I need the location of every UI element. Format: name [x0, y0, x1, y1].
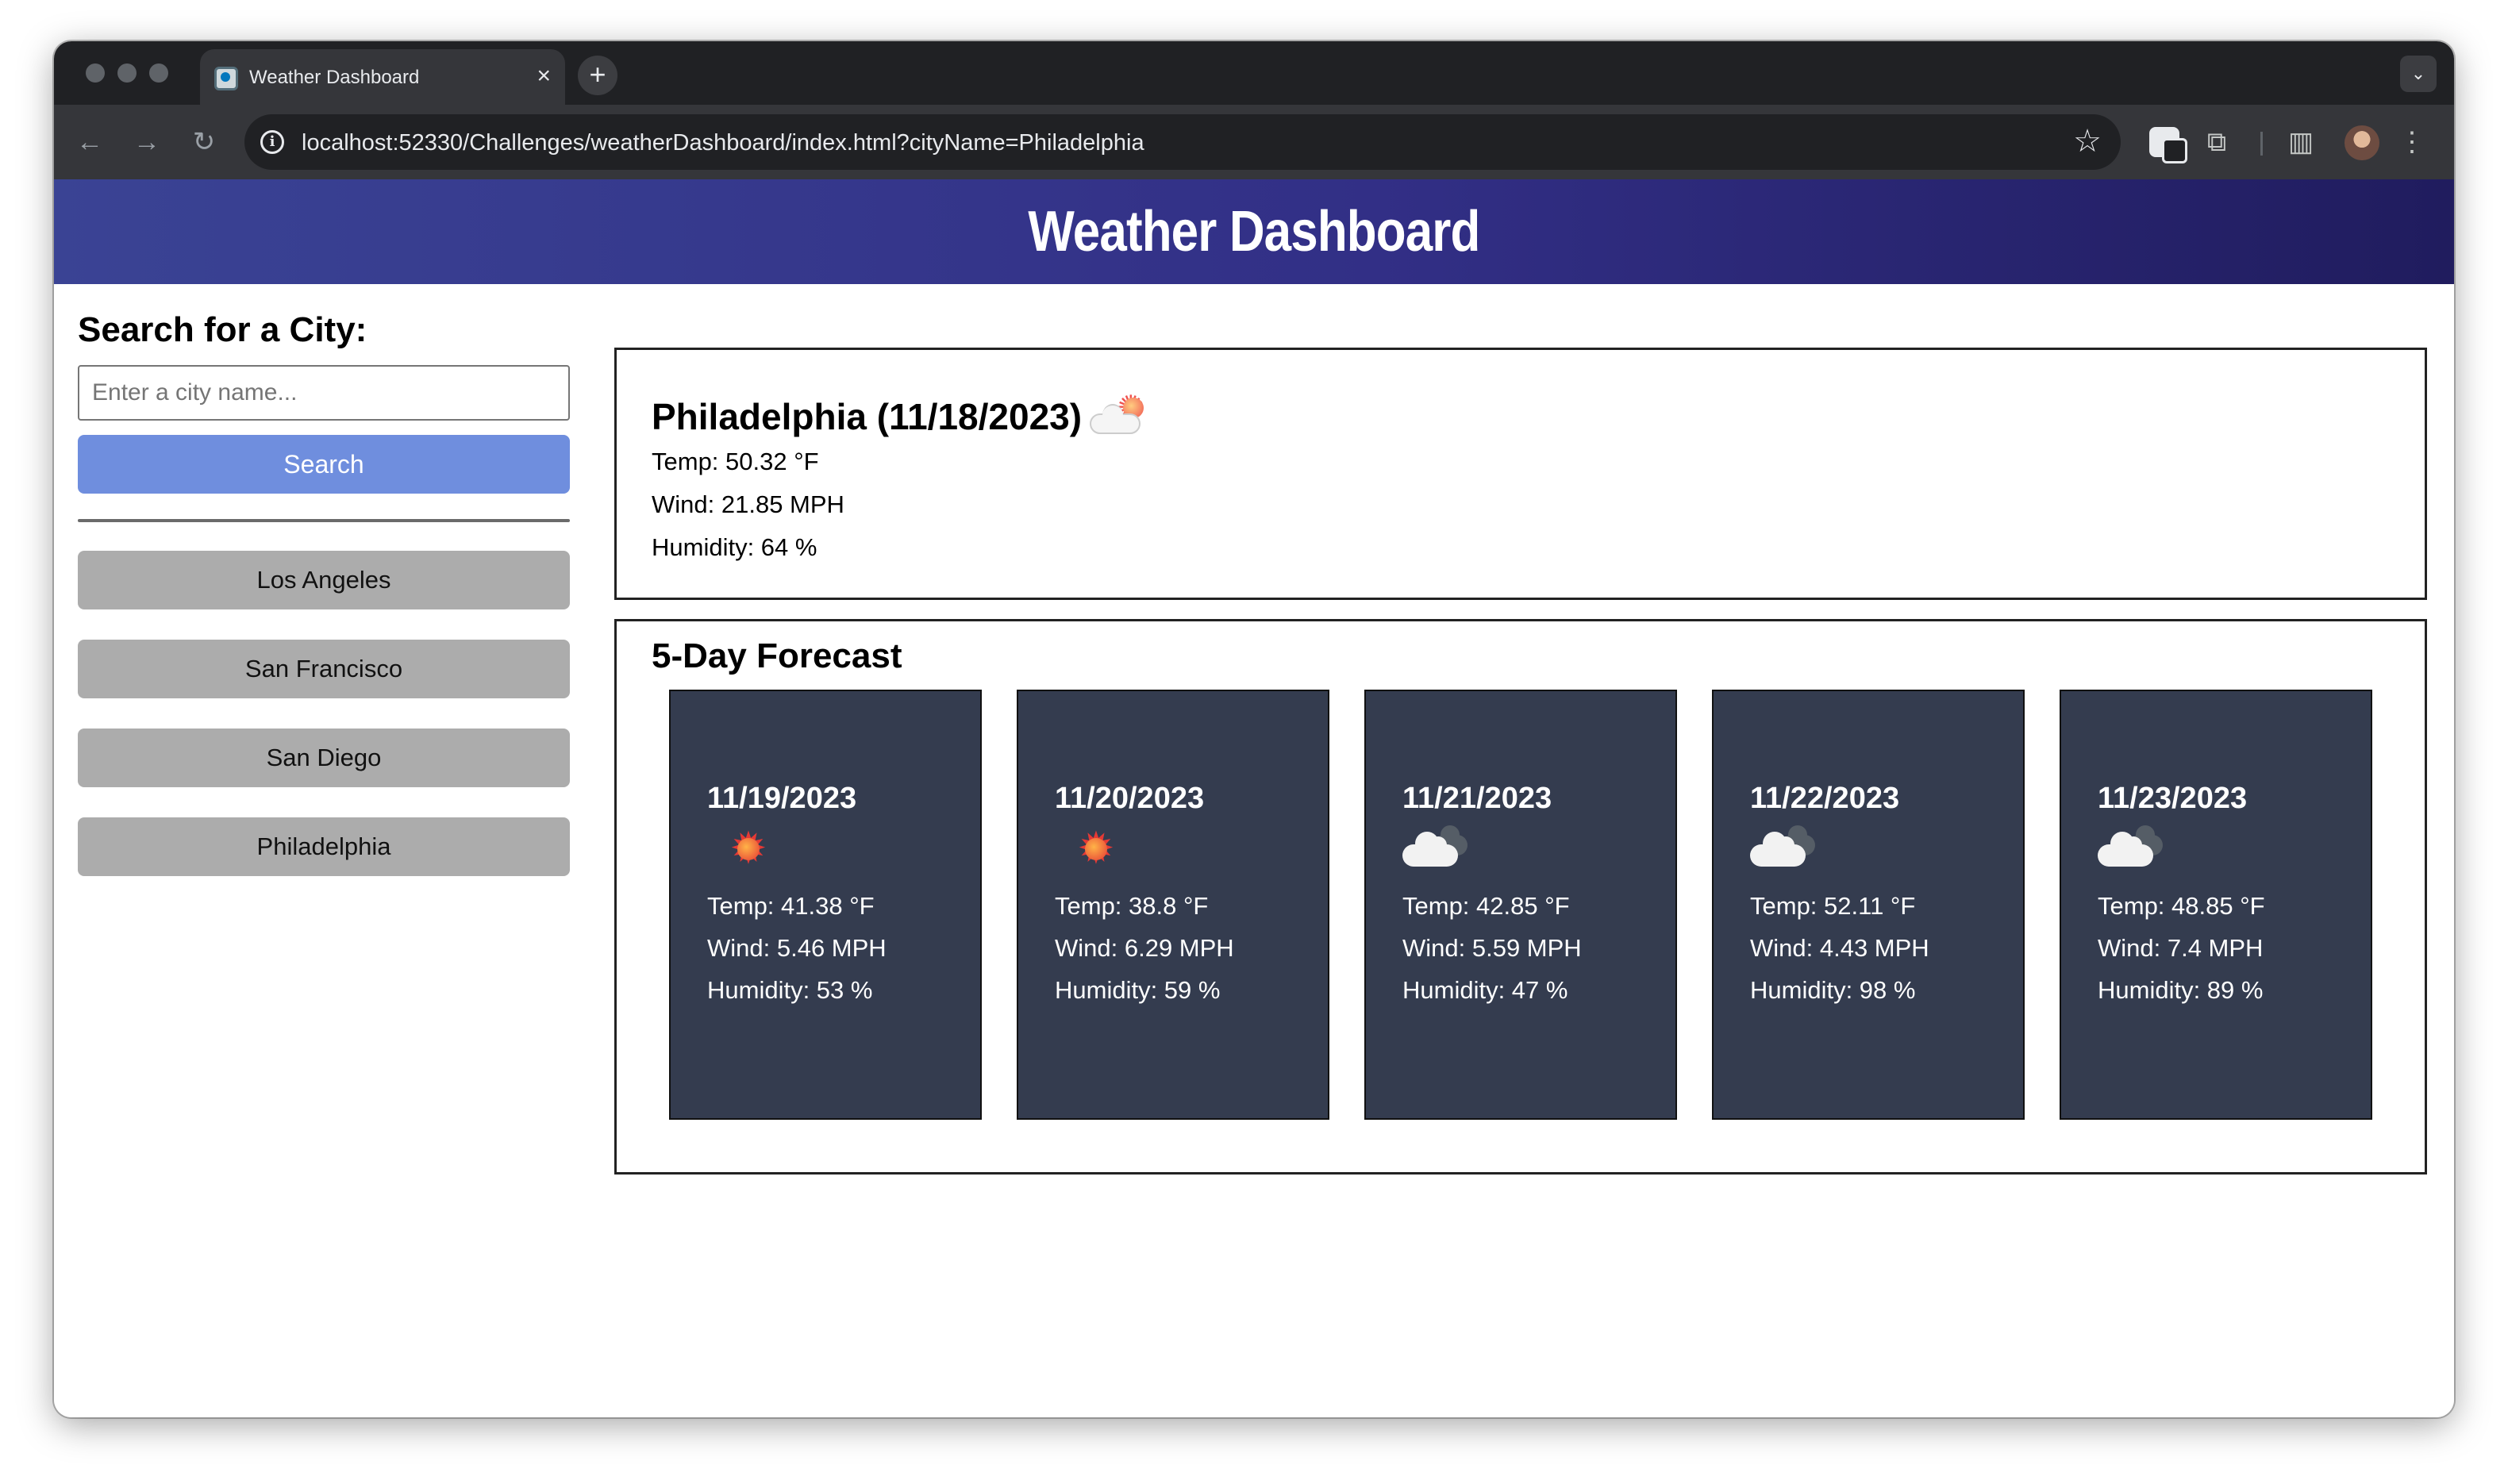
profile-avatar[interactable] — [2345, 125, 2379, 160]
tab-favicon-icon — [214, 67, 238, 90]
history-city-button[interactable]: San Diego — [78, 729, 570, 787]
current-temp: Temp: 50.32 °F — [652, 448, 819, 475]
tab-title: Weather Dashboard — [249, 67, 420, 88]
forecast-humidity: Humidity: 98 % — [1750, 976, 1916, 1004]
sun-icon: ✹ — [1074, 827, 1118, 871]
tab-search-button[interactable]: ⌄ — [2400, 56, 2437, 92]
forecast-card: 11/20/2023 ✹ Temp: 38.8 °F Wind: 6.29 MP… — [1017, 690, 1329, 1120]
forecast-date: 11/22/2023 — [1750, 782, 1900, 815]
forecast-cards: 11/19/2023 ✹ Temp: 41.38 °F Wind: 5.46 M… — [669, 690, 2372, 1120]
forecast-card: 11/19/2023 ✹ Temp: 41.38 °F Wind: 5.46 M… — [669, 690, 982, 1120]
forecast-card: 11/23/2023 Temp: 48.85 °F Wind: 7.4 MPH … — [2060, 690, 2372, 1120]
cloud-icon — [2098, 825, 2169, 871]
current-weather-title: Philadelphia (11/18/2023) ✺ — [652, 391, 2425, 439]
current-weather-panel: Philadelphia (11/18/2023) ✺ Temp: 50.32 … — [614, 348, 2427, 600]
search-sidebar: Search for a City: Search Los Angeles Sa… — [78, 306, 570, 906]
search-history-list: Los Angeles San Francisco San Diego Phil… — [78, 551, 570, 876]
current-wind: Wind: 21.85 MPH — [652, 490, 844, 518]
search-heading: Search for a City: — [78, 310, 367, 349]
history-city-button[interactable]: Los Angeles — [78, 551, 570, 609]
page-content: Weather Dashboard Search for a City: Sea… — [54, 179, 2454, 1417]
browser-titlebar: Weather Dashboard × + ⌄ — [54, 41, 2454, 105]
browser-window: Weather Dashboard × + ⌄ ← → ↻ i localhos… — [54, 41, 2454, 1417]
extensions-icon[interactable]: ⧉ — [2197, 124, 2237, 160]
forecast-heading: 5-Day Forecast — [652, 636, 902, 675]
few-clouds-icon: ✺ — [1090, 391, 1150, 437]
forecast-humidity: Humidity: 53 % — [707, 976, 873, 1004]
forecast-temp: Temp: 48.85 °F — [2098, 892, 2265, 920]
side-panel-icon[interactable]: ▥ — [2281, 124, 2321, 160]
forecast-humidity: Humidity: 89 % — [2098, 976, 2264, 1004]
forecast-wind: Wind: 5.59 MPH — [1402, 934, 1582, 962]
cloud-icon — [1402, 825, 1474, 871]
new-tab-button[interactable]: + — [578, 56, 617, 95]
forecast-card: 11/22/2023 Temp: 52.11 °F Wind: 4.43 MPH… — [1712, 690, 2025, 1120]
history-city-button[interactable]: San Francisco — [78, 640, 570, 698]
city-search-input[interactable] — [78, 365, 570, 421]
forecast-wind: Wind: 6.29 MPH — [1055, 934, 1234, 962]
forecast-humidity: Humidity: 59 % — [1055, 976, 1221, 1004]
sun-icon: ✹ — [726, 827, 771, 871]
forecast-humidity: Humidity: 47 % — [1402, 976, 1568, 1004]
reload-icon[interactable]: ↻ — [184, 122, 224, 162]
current-city-date: Philadelphia (11/18/2023) — [652, 396, 1083, 437]
toolbar-divider — [2260, 132, 2263, 156]
maximize-window-button[interactable] — [149, 63, 168, 83]
forecast-panel: 5-Day Forecast 11/19/2023 ✹ Temp: 41.38 … — [614, 619, 2427, 1175]
forecast-date: 11/19/2023 — [707, 782, 857, 815]
history-city-button[interactable]: Philadelphia — [78, 817, 570, 876]
page-header: Weather Dashboard — [54, 179, 2454, 284]
forward-arrow-icon[interactable]: → — [127, 122, 167, 162]
address-url[interactable]: localhost:52330/Challenges/weatherDashbo… — [302, 130, 1144, 156]
forecast-date: 11/21/2023 — [1402, 782, 1552, 815]
browser-toolbar: ← → ↻ i localhost:52330/Challenges/weath… — [54, 105, 2454, 179]
search-button[interactable]: Search — [78, 435, 570, 494]
forecast-temp: Temp: 42.85 °F — [1402, 892, 1570, 920]
back-arrow-icon[interactable]: ← — [70, 122, 110, 162]
forecast-wind: Wind: 7.4 MPH — [2098, 934, 2264, 962]
bookmark-star-icon[interactable]: ☆ — [2073, 124, 2102, 159]
extension-icon[interactable] — [2149, 127, 2187, 163]
current-humidity: Humidity: 64 % — [652, 533, 817, 561]
forecast-wind: Wind: 4.43 MPH — [1750, 934, 1929, 962]
forecast-temp: Temp: 41.38 °F — [707, 892, 875, 920]
tab-close-icon[interactable]: × — [537, 62, 551, 90]
forecast-temp: Temp: 38.8 °F — [1055, 892, 1209, 920]
more-menu-icon[interactable]: ⋮ — [2398, 124, 2425, 160]
cloud-icon — [1750, 825, 1821, 871]
forecast-temp: Temp: 52.11 °F — [1750, 892, 1916, 920]
forecast-card: 11/21/2023 Temp: 42.85 °F Wind: 5.59 MPH… — [1364, 690, 1677, 1120]
minimize-window-button[interactable] — [117, 63, 137, 83]
page-title: Weather Dashboard — [1028, 200, 1480, 263]
close-window-button[interactable] — [86, 63, 105, 83]
forecast-date: 11/23/2023 — [2098, 782, 2248, 815]
site-info-icon[interactable]: i — [260, 130, 284, 154]
forecast-wind: Wind: 5.46 MPH — [707, 934, 887, 962]
forecast-date: 11/20/2023 — [1055, 782, 1205, 815]
address-bar[interactable]: i localhost:52330/Challenges/weatherDash… — [244, 114, 2121, 170]
browser-tab-active[interactable]: Weather Dashboard × — [200, 49, 565, 105]
sidebar-divider — [78, 519, 570, 522]
